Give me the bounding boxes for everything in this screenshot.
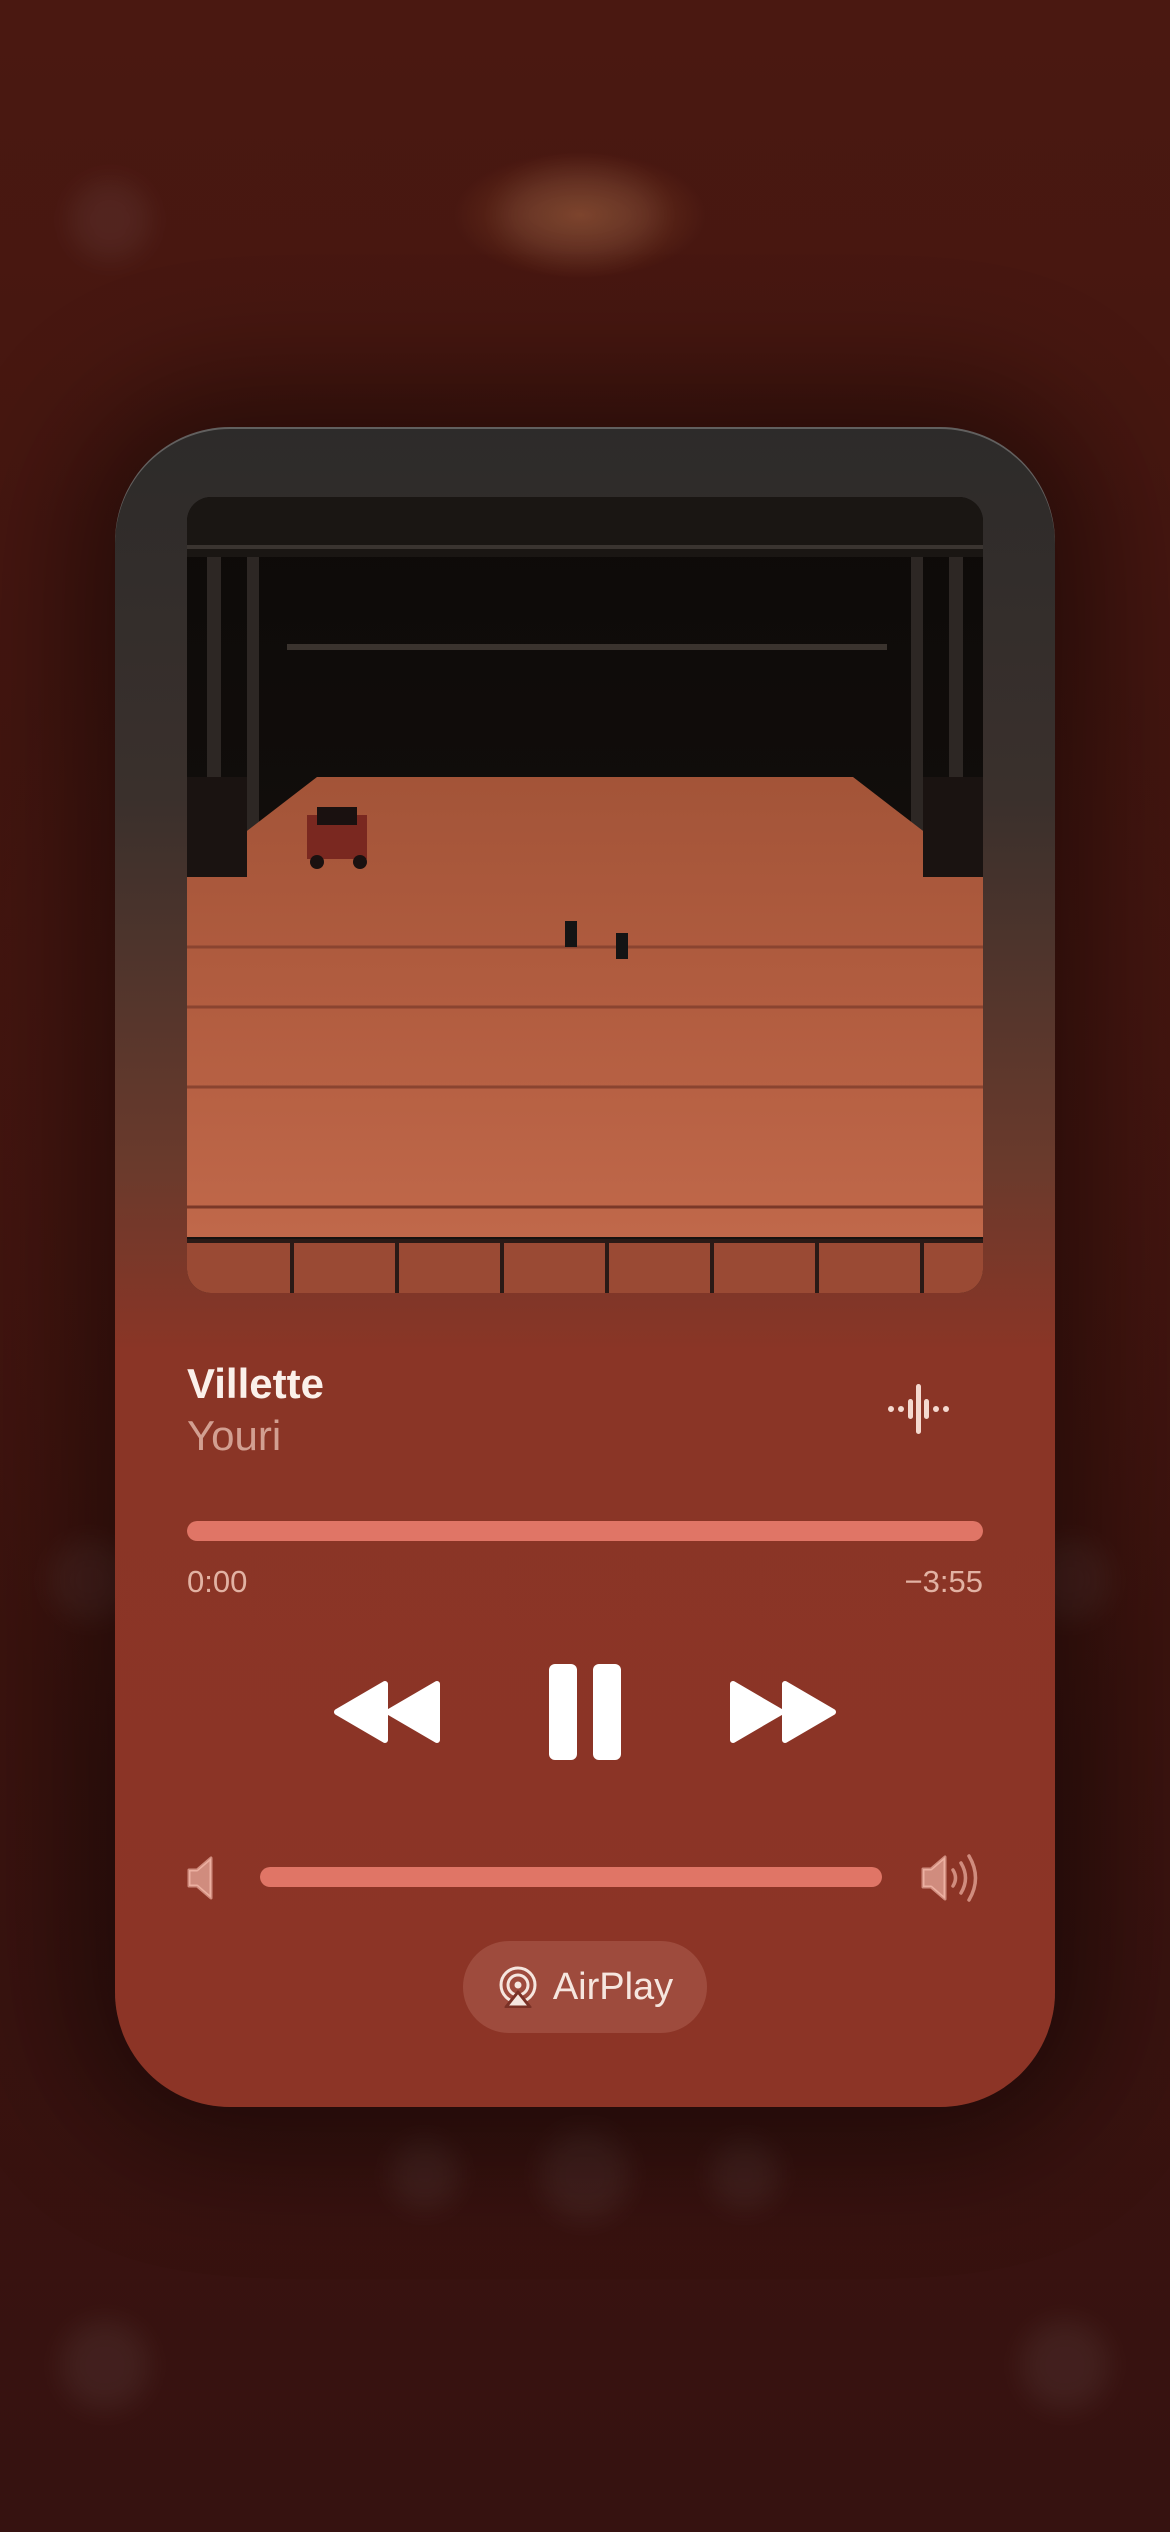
album-artwork [187,497,983,1293]
blurred-background-item [60,2320,150,2410]
blurred-background-item [390,2140,460,2210]
airplay-label: AirPlay [552,1965,674,2008]
blurred-background-item [1020,2320,1110,2410]
speaker-low-icon [187,1854,219,1902]
remaining-time: −3:55 [904,1564,983,1599]
artist-name[interactable]: Youri [187,1412,281,1460]
pause-icon [549,1664,621,1760]
volume-fill [260,1867,882,1887]
forward-icon [730,1681,836,1743]
elapsed-time: 0:00 [187,1564,248,1599]
backward-icon [334,1681,440,1743]
volume-slider[interactable] [260,1867,882,1887]
scrubber-fill [187,1521,983,1541]
pause-button[interactable] [535,1647,635,1777]
song-title[interactable]: Villette [187,1360,324,1408]
blurred-background-item [710,2140,780,2210]
blurred-background-item [500,170,660,260]
playback-scrubber[interactable] [187,1521,983,1541]
airplay-button[interactable]: AirPlay [463,1941,707,2033]
speaker-high-icon [921,1849,983,1907]
forward-button[interactable] [727,1647,837,1777]
blurred-background-item [540,2130,630,2220]
waveform-icon[interactable] [883,1379,953,1439]
airplay-icon [499,1966,537,2008]
rewind-button[interactable] [333,1647,443,1777]
now-playing-card: Villette Youri 0:00 −3:55 AirPlay [115,427,1055,2107]
blurred-background-item [70,180,150,260]
